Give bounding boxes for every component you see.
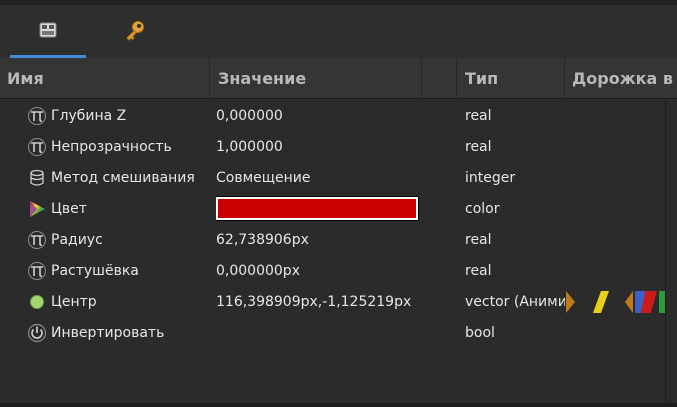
param-value[interactable]: 0,000000: [216, 100, 421, 131]
param-type: vector (Анимированный): [465, 293, 565, 310]
param-value[interactable]: [216, 193, 421, 224]
tab-keyframes[interactable]: [100, 5, 170, 58]
param-type: real: [465, 231, 492, 248]
param-row[interactable]: Центр 116,398909px,-1,125219px vector (А…: [0, 286, 665, 317]
params-table-body: Глубина Z 0,000000 real Непрозрачность 1…: [0, 100, 677, 362]
param-name: Растушёвка: [51, 262, 139, 279]
waypoint-track[interactable]: [565, 286, 665, 317]
param-name: Непрозрачность: [51, 138, 172, 155]
param-name: Метод смешивания: [51, 169, 195, 186]
param-row[interactable]: Растушёвка 0,000000px real: [0, 255, 665, 286]
param-value[interactable]: 1,000000: [216, 131, 421, 162]
param-value[interactable]: [216, 317, 421, 348]
column-divider[interactable]: [456, 58, 457, 99]
pi-icon: [27, 230, 47, 250]
bottom-border: [0, 403, 677, 407]
pi-icon: [27, 261, 47, 281]
column-divider[interactable]: [209, 58, 210, 99]
param-row[interactable]: Глубина Z 0,000000 real: [0, 100, 665, 131]
param-row[interactable]: Метод смешивания Совмещение integer: [0, 162, 665, 193]
blend-method-icon: [27, 168, 47, 188]
param-name: Цвет: [51, 200, 87, 217]
param-type: real: [465, 262, 492, 279]
color-swatch[interactable]: [216, 196, 419, 221]
pi-icon: [27, 137, 47, 157]
param-type: real: [465, 107, 492, 124]
bool-icon: [27, 323, 47, 343]
param-row[interactable]: Непрозрачность 1,000000 real: [0, 131, 665, 162]
param-name: Инвертировать: [51, 324, 165, 341]
column-header-type[interactable]: Тип: [465, 58, 560, 99]
param-name: Радиус: [51, 231, 103, 248]
column-divider[interactable]: [564, 58, 565, 99]
params-table-header: Имя Значение Тип Дорожка в: [0, 58, 677, 99]
column-divider[interactable]: [421, 58, 422, 99]
tab-params[interactable]: [10, 5, 86, 58]
key-icon: [124, 19, 146, 45]
param-row[interactable]: Цвет color: [0, 193, 665, 224]
column-header-name[interactable]: Имя: [7, 58, 207, 99]
param-value[interactable]: 62,738906px: [216, 224, 421, 255]
param-type: color: [465, 200, 500, 217]
column-header-value[interactable]: Значение: [218, 58, 418, 99]
param-name: Глубина Z: [51, 107, 127, 124]
waypoints-icon[interactable]: [565, 289, 665, 315]
param-row[interactable]: Радиус 62,738906px real: [0, 224, 665, 255]
param-value[interactable]: 116,398909px,-1,125219px: [216, 286, 421, 317]
param-name: Центр: [51, 293, 97, 310]
param-type: real: [465, 138, 492, 155]
param-type: bool: [465, 324, 495, 341]
column-header-track[interactable]: Дорожка в: [572, 58, 677, 99]
params-icon: [39, 22, 57, 42]
color-triangle-icon: [27, 199, 47, 219]
pi-icon: [27, 106, 47, 126]
param-value[interactable]: Совмещение: [216, 162, 421, 193]
param-type: integer: [465, 169, 516, 186]
param-row[interactable]: Инвертировать bool: [0, 317, 665, 348]
vector-dot-icon: [27, 292, 47, 312]
vertical-scrollbar[interactable]: [665, 100, 677, 403]
param-value[interactable]: 0,000000px: [216, 255, 421, 286]
tab-bar: [0, 5, 677, 58]
